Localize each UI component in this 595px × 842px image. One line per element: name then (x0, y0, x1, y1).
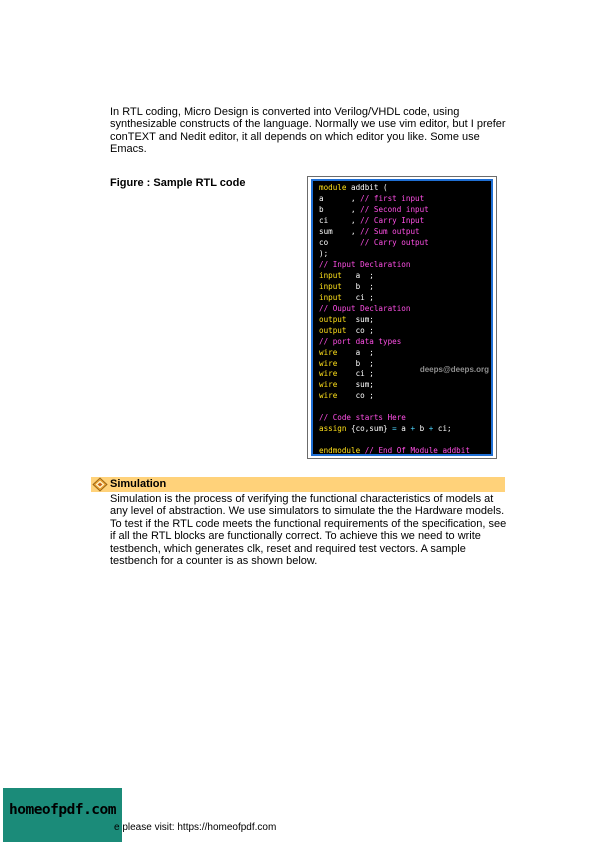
code-line: b , // Second input (319, 205, 491, 216)
code-token: output (319, 325, 347, 335)
code-token: // Input Declaration (319, 259, 411, 269)
code-line: a , // first input (319, 194, 491, 205)
code-token: co ; (346, 325, 374, 335)
code-token: // Code starts Here (319, 413, 406, 423)
code-token: wire (319, 380, 338, 390)
code-token: // Ouput Declaration (319, 303, 411, 313)
watermark: deeps@deeps.org (419, 365, 489, 374)
code-token: co ; (337, 391, 374, 401)
logo-text: homeofpdf.com (9, 802, 117, 818)
code-line: input a ; (319, 271, 491, 282)
code-token: endmodule (319, 446, 361, 456)
code-line: co // Carry output (319, 238, 491, 249)
code-token: ci; (433, 424, 452, 434)
code-token: ci ; (337, 369, 374, 379)
code-line: assign {co,sum} = a + b + ci; (319, 424, 491, 435)
code-line: output sum; (319, 315, 491, 326)
code-token: b (415, 424, 429, 434)
code-token: ); (319, 248, 329, 258)
code-line: ); (319, 249, 491, 260)
code-token: a (396, 424, 411, 434)
code-token: input (319, 270, 342, 280)
code-token: a ; (337, 347, 374, 357)
code-token: output (319, 314, 347, 324)
code-line: // Ouput Declaration (319, 304, 491, 315)
code-token: module (319, 183, 347, 192)
code-token: // End Of Module addbit (364, 446, 470, 456)
code-line: sum , // Sum output (319, 227, 491, 238)
code-figure: module addbit (a , // first input b , // … (307, 176, 497, 459)
code-line: endmodule // End Of Module addbit (319, 446, 491, 456)
code-line: wire co ; (319, 391, 491, 402)
code-token: wire (319, 347, 338, 357)
site-logo[interactable]: homeofpdf.com (3, 788, 122, 842)
code-token: // Sum output (360, 226, 420, 236)
footer-link[interactable]: e please visit: https://homeofpdf.com (114, 822, 276, 833)
code-token: assign (319, 424, 347, 434)
intro-paragraph: In RTL coding, Micro Design is converted… (110, 106, 506, 156)
code-line: output co ; (319, 326, 491, 337)
code-line: // Input Declaration (319, 260, 491, 271)
code-token: input (319, 281, 342, 291)
code-line: // port data types (319, 337, 491, 348)
code-token: a , (319, 193, 361, 203)
code-token: b , (319, 204, 361, 214)
code-token: ci ; (341, 292, 374, 302)
code-token: // Carry Input (360, 215, 425, 225)
figure-label: Figure : Sample RTL code (110, 177, 246, 189)
code-token: // port data types (319, 336, 402, 346)
code-line: wire a ; (319, 348, 491, 359)
code-token: // Second input (360, 204, 429, 214)
code-token: wire (319, 391, 338, 401)
code-token: wire (319, 358, 338, 368)
code-token: co (319, 237, 361, 247)
code-token: a ; (341, 270, 374, 280)
code-token: sum; (337, 380, 374, 390)
code-line: ci , // Carry Input (319, 216, 491, 227)
section-header-simulation: Simulation (91, 477, 505, 492)
section-title: Simulation (110, 478, 167, 490)
code-listing: module addbit (a , // first input b , // … (311, 179, 493, 456)
code-line: input ci ; (319, 293, 491, 304)
code-token: {co,sum} (346, 424, 393, 434)
code-token: sum; (346, 314, 374, 324)
simulation-paragraph: Simulation is the process of verifying t… (110, 493, 507, 568)
code-token: // first input (360, 193, 425, 203)
code-token: wire (319, 369, 338, 379)
code-token: b ; (337, 358, 374, 368)
code-token: sum , (319, 226, 361, 236)
code-token: b ; (341, 281, 374, 291)
code-token: // Carry output (360, 237, 429, 247)
code-token: input (319, 292, 342, 302)
code-token: addbit ( (346, 183, 388, 192)
code-line: module addbit ( (319, 183, 491, 194)
code-line: wire sum; (319, 380, 491, 391)
section-bullet-icon (92, 477, 109, 492)
code-line: input b ; (319, 282, 491, 293)
code-token: ci , (319, 215, 361, 225)
code-line: // Code starts Here (319, 413, 491, 424)
